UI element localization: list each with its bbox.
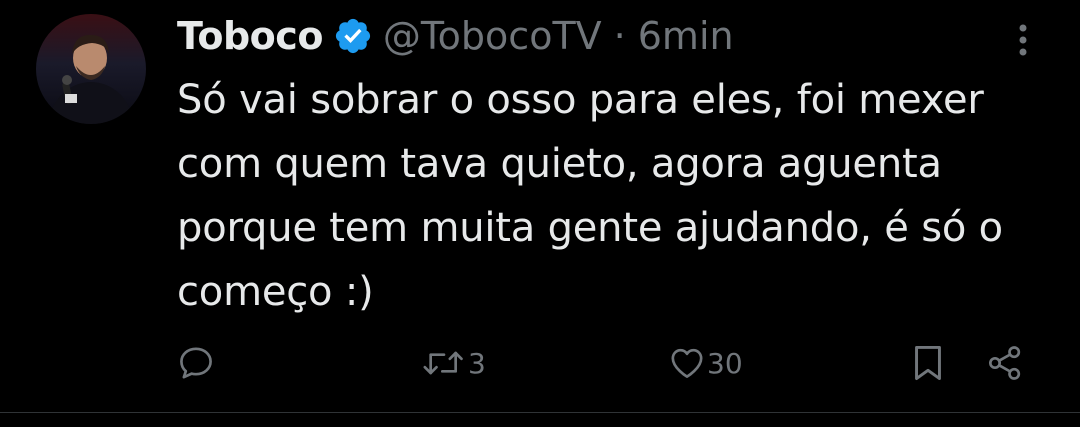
share-button[interactable] (984, 335, 1026, 391)
reply-button[interactable] (176, 335, 216, 391)
avatar[interactable] (36, 14, 146, 124)
author-handle[interactable]: @TobocoTV (383, 14, 602, 58)
tweet-actions: 3 30 (0, 335, 1080, 391)
share-icon (989, 346, 1021, 380)
retweet-count: 3 (468, 346, 486, 380)
retweet-icon (423, 351, 463, 375)
separator-dot: · (613, 14, 626, 58)
verified-badge-icon (333, 16, 373, 56)
bookmark-icon (915, 345, 941, 381)
tweet[interactable]: Toboco @TobocoTV · 6min Só vai sobrar o … (0, 0, 1080, 413)
tweet-text: Só vai sobrar o osso para eles, foi mexe… (177, 77, 1003, 315)
tweet-header: Toboco @TobocoTV · 6min (177, 10, 734, 62)
avatar-image (36, 14, 146, 124)
like-count: 30 (707, 346, 743, 380)
heart-icon (671, 348, 703, 378)
like-button[interactable]: 30 (667, 335, 743, 391)
bookmark-button[interactable] (910, 335, 946, 391)
tweet-divider (0, 412, 1080, 413)
author-name[interactable]: Toboco (177, 14, 323, 58)
reply-icon (180, 347, 212, 379)
retweet-button[interactable]: 3 (420, 335, 486, 391)
more-options-button[interactable] (1010, 20, 1036, 60)
more-vertical-icon (1019, 24, 1027, 56)
tweet-timestamp[interactable]: 6min (638, 14, 734, 58)
